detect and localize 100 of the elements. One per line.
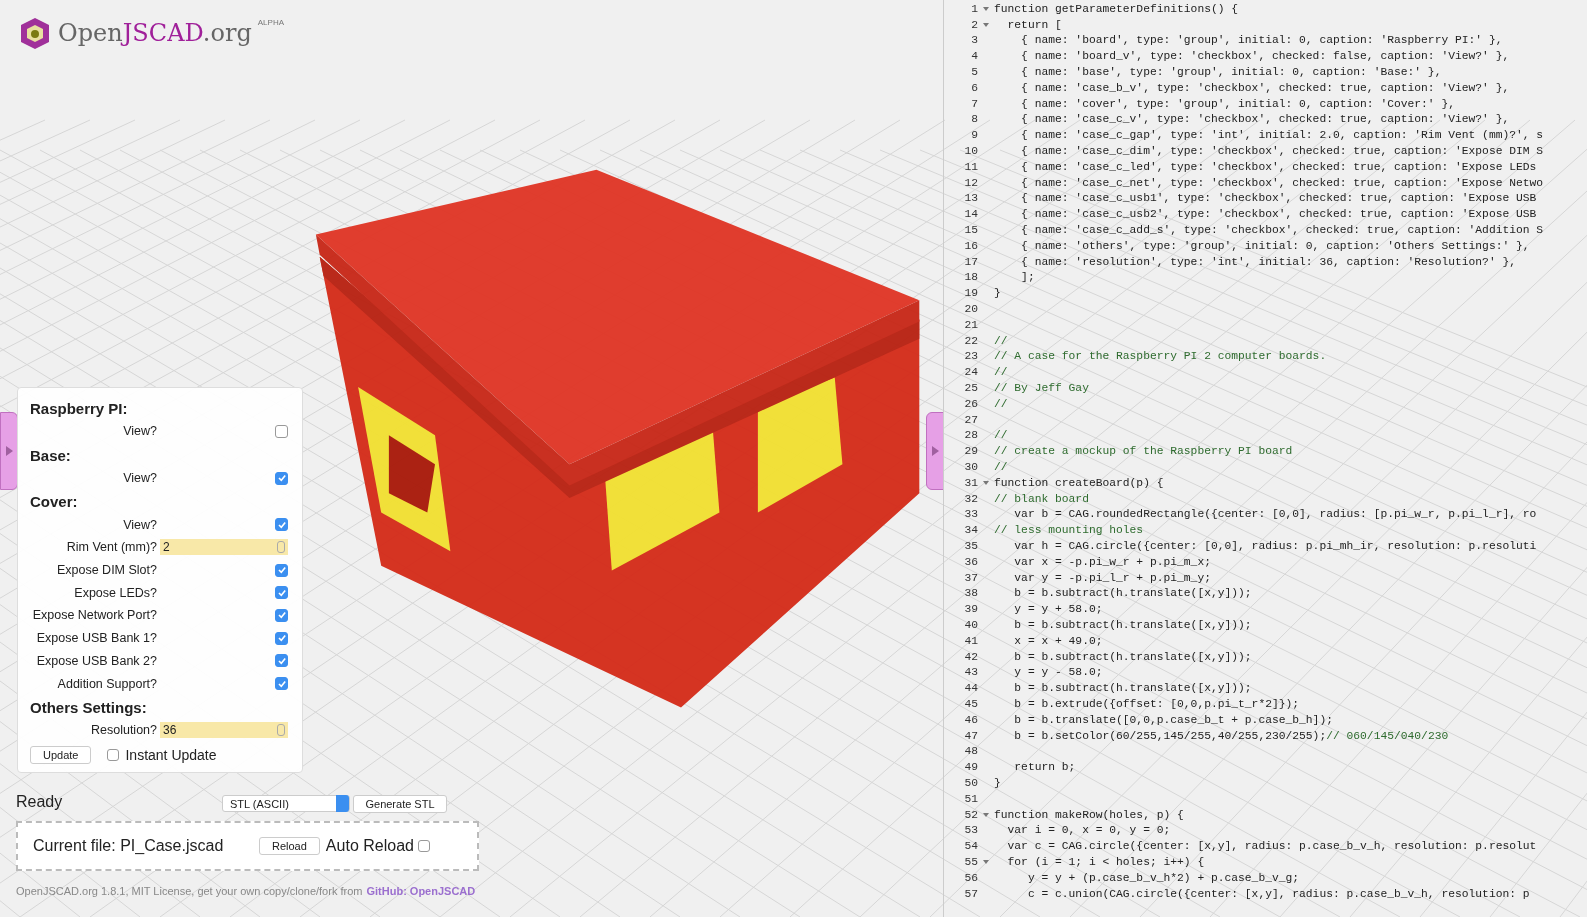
line-number: 19 xyxy=(963,287,978,300)
line-number: 45 xyxy=(963,697,978,710)
code-line: { name: 'base', type: 'group', initial: 0, caption: 'Base:' }, xyxy=(1020,66,1442,79)
checkbox[interactable] xyxy=(275,586,288,600)
fold-icon[interactable] xyxy=(983,22,989,27)
line-number: 13 xyxy=(963,192,978,205)
code-line: var c = CAG.circle({center: [x,y], radius: p.case_b_v_h, resolution: p.resolut xyxy=(1006,840,1537,853)
line-number: 21 xyxy=(963,318,978,331)
code-line: // blank board xyxy=(994,492,1089,505)
code-line: function createBoard(p) { xyxy=(994,476,1164,489)
code-line: // xyxy=(994,397,1008,410)
parameter-label: Expose USB Bank 1? xyxy=(35,631,158,646)
line-number: 14 xyxy=(963,208,978,221)
generate-button[interactable]: Generate STL xyxy=(353,795,447,813)
line-number: 33 xyxy=(963,508,978,521)
parameter-label: Resolution? xyxy=(90,723,158,738)
current-file-text: Current file: PI_Case.jscad xyxy=(33,837,225,855)
line-number: 49 xyxy=(963,761,978,774)
code-line: function getParameterDefinitions() { xyxy=(994,2,1239,15)
fold-icon[interactable] xyxy=(983,480,989,485)
group-heading: Cover: xyxy=(30,492,79,513)
code-line: var i = 0, x = 0, y = 0; xyxy=(1006,824,1171,837)
line-number: 42 xyxy=(963,650,978,663)
line-number: 44 xyxy=(963,682,978,695)
code-line: // xyxy=(994,461,1008,473)
checkbox[interactable] xyxy=(107,748,120,761)
line-number: 38 xyxy=(963,587,978,600)
sidebar-toggle[interactable] xyxy=(0,412,18,490)
line-number: 53 xyxy=(963,824,978,837)
code-line: b = b.setColor(60/255,145/255,40/255,230/255);// 060/145/040/230 xyxy=(1013,729,1449,742)
line-number: 29 xyxy=(963,445,978,458)
checkbox[interactable] xyxy=(275,563,288,577)
line-number: 8 xyxy=(970,113,978,126)
line-number: 57 xyxy=(963,887,978,900)
code-line: { name: 'case_c_gap', type: 'int', initial: 2.0, caption: 'Rim Vent (mm)?', s xyxy=(1020,129,1544,142)
code-line: ]; xyxy=(1020,271,1035,284)
line-number: 22 xyxy=(963,334,978,347)
parameter-label: View? xyxy=(122,471,158,486)
code-line: return b; xyxy=(1013,761,1076,774)
line-number: 25 xyxy=(963,382,978,394)
code-line: { name: 'case_c_net', type: 'checkbox', checked: true, caption: 'Expose Netwo xyxy=(1020,176,1544,189)
number-input[interactable]: 36 xyxy=(160,722,288,739)
line-number: 18 xyxy=(963,271,978,284)
code-line: function makeRow(holes, p) { xyxy=(994,808,1184,821)
line-number: 23 xyxy=(963,350,978,363)
code-line: // less mounting holes xyxy=(994,524,1144,537)
code-line: b = b.subtract(h.translate([x,y])); xyxy=(1013,587,1252,600)
code-line: // xyxy=(994,429,1008,442)
sidebar-toggle[interactable] xyxy=(926,412,944,490)
line-number: 6 xyxy=(970,81,978,94)
line-number: 30 xyxy=(963,461,978,473)
checkbox[interactable] xyxy=(417,840,430,852)
logo[interactable]: OpenJSCAD.org ALPHA xyxy=(18,16,284,50)
dropdown-icon xyxy=(336,795,349,812)
fold-icon[interactable] xyxy=(983,859,989,864)
update-button[interactable]: Update xyxy=(30,745,92,764)
line-number: 3 xyxy=(970,34,978,47)
line-number: 27 xyxy=(963,413,978,426)
checkbox[interactable] xyxy=(275,518,288,532)
code-line: var h = CAG.circle({center: [0,0], radius: p.pi_mh_ir, resolution: p.resoluti xyxy=(1013,540,1537,552)
code-line: b = b.extrude({offset: [0,0,p.pi_t_r*2]}); xyxy=(1013,697,1300,710)
group-heading: Raspberry PI: xyxy=(30,399,129,419)
line-number: 35 xyxy=(963,540,978,552)
code-line: c = c.union(CAG.circle({center: [x,y], radius: p.case_b_v_h, resolution: p xyxy=(1026,887,1530,900)
code-line: { name: 'cover', type: 'group', initial: 0, caption: 'Cover:' }, xyxy=(1020,97,1455,110)
line-number: 56 xyxy=(963,871,978,884)
code-line: { name: 'board', type: 'group', initial: 0, caption: 'Raspberry PI:' }, xyxy=(1020,34,1503,47)
code-line: y = y - 58.0; xyxy=(1013,666,1103,679)
code-line: y = y + 58.0; xyxy=(1013,603,1103,616)
line-number: 52 xyxy=(963,808,978,821)
code-line: { name: 'case_c_usb1', type: 'checkbox', checked: true, caption: 'Expose USB xyxy=(1020,192,1537,205)
line-number: 47 xyxy=(963,729,978,742)
line-number: 24 xyxy=(963,366,978,379)
line-number: 39 xyxy=(963,603,978,616)
checkbox[interactable] xyxy=(275,424,288,438)
code-line: var x = -p.pi_w_r + p.pi_m_x; xyxy=(1013,555,1211,568)
checkbox[interactable] xyxy=(275,608,288,622)
code-line: // xyxy=(994,366,1008,379)
checkbox[interactable] xyxy=(275,654,288,668)
line-number: 16 xyxy=(963,239,978,252)
line-number: 31 xyxy=(963,476,978,489)
line-number: 9 xyxy=(970,129,978,142)
checkbox[interactable] xyxy=(275,471,288,485)
code-line: } xyxy=(994,287,1001,300)
fold-icon[interactable] xyxy=(983,6,989,11)
parameter-label: View? xyxy=(122,517,158,532)
reload-button[interactable]: Reload xyxy=(259,837,320,855)
fold-icon[interactable] xyxy=(983,812,989,817)
checkbox[interactable] xyxy=(275,631,288,645)
checkbox[interactable] xyxy=(275,677,288,691)
code-line: { name: 'others', type: 'group', initial: 0, caption: 'Others Settings:' }, xyxy=(1020,239,1530,252)
line-number: 11 xyxy=(963,160,978,173)
parameter-label: Rim Vent (mm)? xyxy=(65,540,158,555)
format-select[interactable]: STL (ASCII) xyxy=(222,795,350,812)
line-number: 55 xyxy=(963,855,978,868)
line-number: 28 xyxy=(963,429,978,442)
line-number: 17 xyxy=(963,255,978,268)
code-line: b = b.subtract(h.translate([x,y])); xyxy=(1013,618,1252,631)
alpha-label: ALPHA xyxy=(257,18,284,27)
number-input[interactable]: 2 xyxy=(160,539,288,556)
